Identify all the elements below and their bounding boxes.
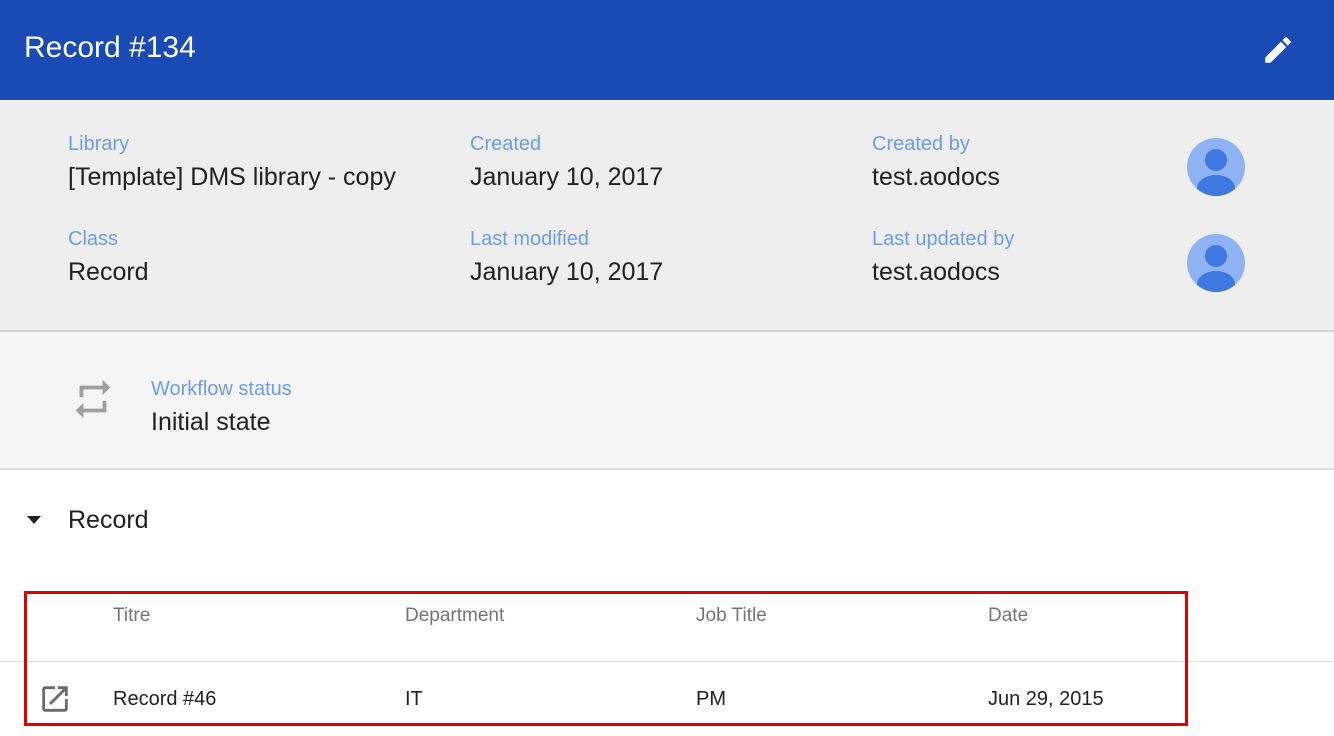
edit-button[interactable]: [1258, 30, 1298, 70]
last-updated-by-value: test.aodocs: [872, 258, 1000, 286]
cell-job-title: PM: [696, 688, 726, 710]
cell-date: Jun 29, 2015: [988, 688, 1104, 710]
column-header-department[interactable]: Department: [405, 605, 504, 627]
created-value: January 10, 2017: [470, 163, 664, 191]
section-title-record: Record: [68, 506, 149, 534]
caret-down-icon: [27, 516, 41, 524]
column-header-date[interactable]: Date: [988, 605, 1028, 627]
open-in-new-icon: [42, 686, 68, 712]
workflow-status-panel: Workflow status Initial state: [0, 332, 1334, 470]
workflow-status-label: Workflow status: [151, 378, 292, 400]
last-modified-label: Last modified: [470, 228, 589, 250]
workflow-status-value: Initial state: [151, 408, 271, 436]
page-title: Record #134: [24, 31, 196, 64]
created-by-value: test.aodocs: [872, 163, 1000, 191]
class-value: Record: [68, 258, 149, 286]
created-label: Created: [470, 133, 542, 155]
person-icon: [1197, 149, 1235, 196]
last-updated-by-label: Last updated by: [872, 228, 1015, 250]
repeat-icon: [75, 379, 111, 419]
section-collapse-toggle[interactable]: [22, 505, 46, 535]
created-by-label: Created by: [872, 133, 970, 155]
class-label: Class: [68, 228, 119, 250]
library-value: [Template] DMS library - copy: [68, 163, 396, 191]
creator-avatar: [1187, 138, 1245, 196]
last-modified-value: January 10, 2017: [470, 258, 664, 286]
pencil-icon: [1265, 37, 1291, 63]
document-metadata-panel: Library [Template] DMS library - copy Cr…: [0, 100, 1334, 332]
person-icon: [1197, 245, 1235, 292]
updater-avatar: [1187, 234, 1245, 292]
open-record-button[interactable]: [38, 682, 72, 716]
column-header-titre[interactable]: Titre: [113, 605, 150, 627]
cell-department: IT: [405, 688, 423, 710]
column-header-job-title[interactable]: Job Title: [696, 605, 767, 627]
cell-titre[interactable]: Record #46: [113, 687, 216, 711]
app-header: Record #134: [0, 0, 1334, 100]
table-divider: [0, 661, 1334, 662]
library-label: Library: [68, 133, 130, 155]
